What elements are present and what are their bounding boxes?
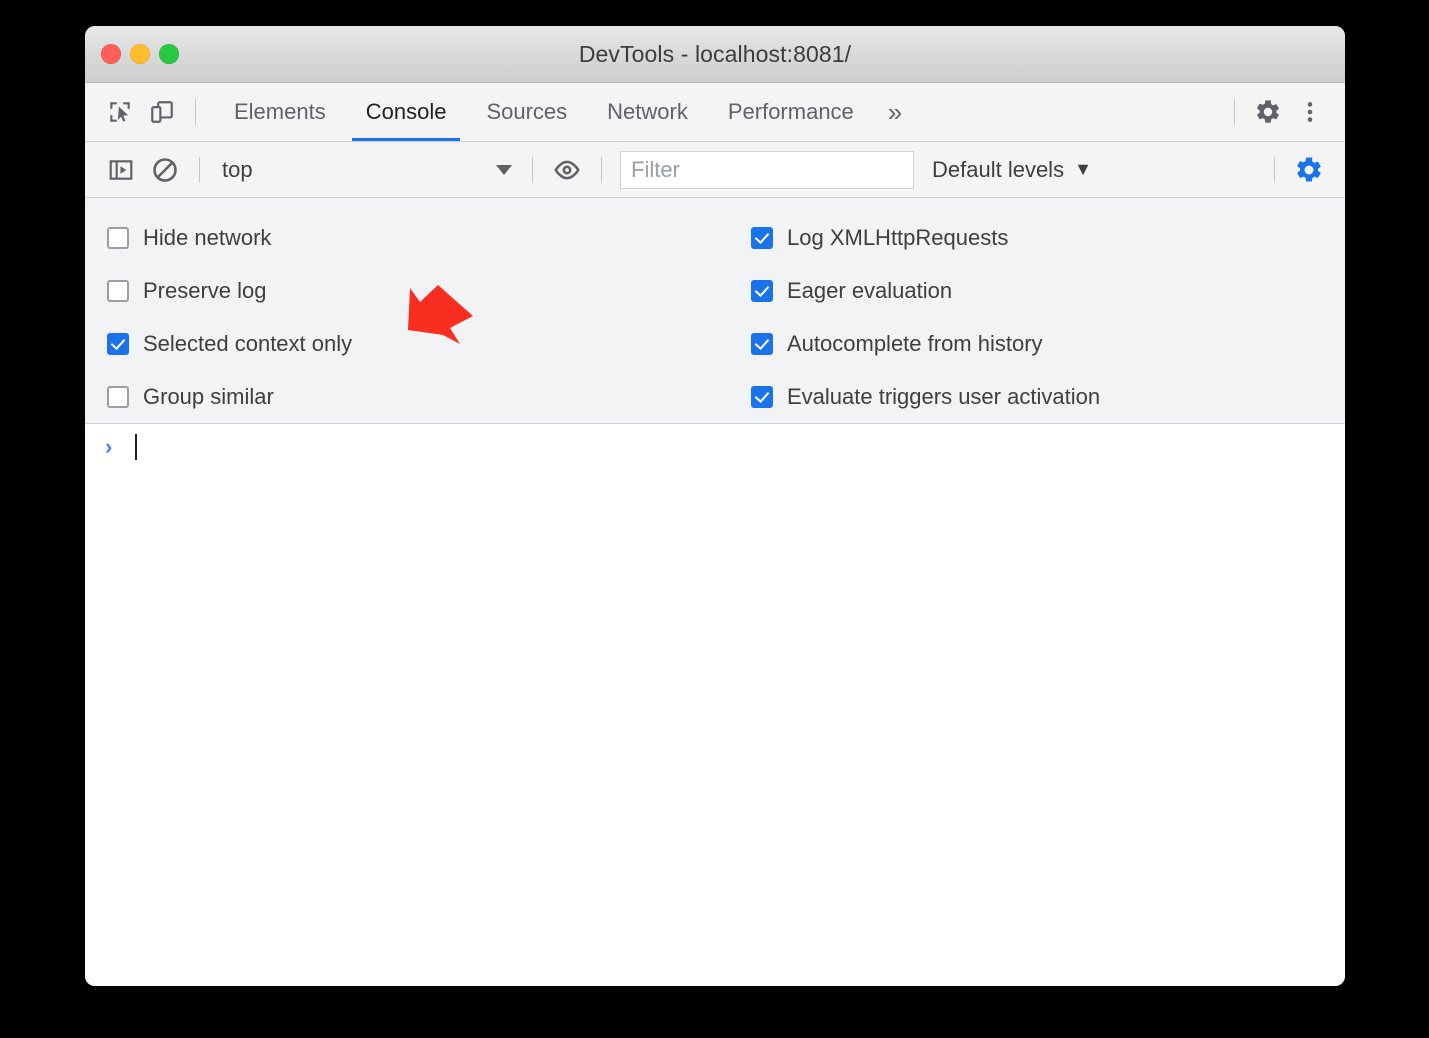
tab-performance[interactable]: Performance xyxy=(708,83,874,141)
devtools-settings-button[interactable] xyxy=(1247,91,1289,133)
log-levels-label: Default levels xyxy=(932,157,1064,183)
device-toolbar-icon xyxy=(149,99,175,125)
console-toolbar-divider-1 xyxy=(199,157,200,183)
tab-network[interactable]: Network xyxy=(587,83,708,141)
eager-evaluation-label: Eager evaluation xyxy=(787,278,952,304)
clear-console-icon xyxy=(151,156,179,184)
tabbar-actions-divider xyxy=(1234,99,1235,125)
kebab-menu-icon xyxy=(1297,99,1323,125)
evaluate-triggers-user-activation-checkbox[interactable] xyxy=(751,386,773,408)
preserve-log-checkbox[interactable] xyxy=(107,280,129,302)
tab-elements-label: Elements xyxy=(234,99,326,125)
preserve-log-label: Preserve log xyxy=(143,278,267,304)
console-settings-gear-icon xyxy=(1294,155,1324,185)
device-toolbar-button[interactable] xyxy=(141,91,183,133)
log-xmlhttprequests-label: Log XMLHttpRequests xyxy=(787,225,1008,251)
setting-hide-network[interactable]: Hide network xyxy=(107,212,737,265)
log-levels-dropdown[interactable]: Default levels ▼ xyxy=(932,157,1092,183)
eager-evaluation-checkbox[interactable] xyxy=(751,280,773,302)
maximize-window-button[interactable] xyxy=(159,44,179,64)
setting-eager-evaluation[interactable]: Eager evaluation xyxy=(751,265,1100,318)
window-controls xyxy=(101,44,179,64)
javascript-context-dropdown[interactable]: top xyxy=(214,150,520,190)
javascript-context-value: top xyxy=(222,157,496,183)
create-live-expression-button[interactable] xyxy=(545,150,589,190)
setting-group-similar[interactable]: Group similar xyxy=(107,370,737,423)
chevron-down-icon xyxy=(496,165,512,175)
gear-icon xyxy=(1254,98,1282,126)
console-sidebar-toggle-button[interactable] xyxy=(99,150,143,190)
selected-context-only-label: Selected context only xyxy=(143,331,352,357)
inspect-element-icon xyxy=(107,99,133,125)
console-sidebar-toggle-icon xyxy=(108,157,134,183)
console-settings-left-column: Hide network Preserve log Selected conte… xyxy=(85,204,737,423)
more-tabs-icon: » xyxy=(888,97,902,128)
minimize-window-button[interactable] xyxy=(130,44,150,64)
chevron-down-icon: ▼ xyxy=(1074,159,1092,180)
setting-preserve-log[interactable]: Preserve log xyxy=(107,265,737,318)
setting-log-xmlhttprequests[interactable]: Log XMLHttpRequests xyxy=(751,212,1100,265)
setting-evaluate-triggers-user-activation[interactable]: Evaluate triggers user activation xyxy=(751,370,1100,423)
window-titlebar: DevTools - localhost:8081/ xyxy=(85,26,1345,83)
group-similar-checkbox[interactable] xyxy=(107,386,129,408)
log-xmlhttprequests-checkbox[interactable] xyxy=(751,227,773,249)
tab-console[interactable]: Console xyxy=(346,83,467,141)
console-toolbar-actions xyxy=(1262,142,1331,197)
live-expression-eye-icon xyxy=(552,155,582,185)
tab-elements[interactable]: Elements xyxy=(214,83,346,141)
setting-autocomplete-from-history[interactable]: Autocomplete from history xyxy=(751,318,1100,371)
console-settings-button[interactable] xyxy=(1287,150,1331,190)
evaluate-triggers-user-activation-label: Evaluate triggers user activation xyxy=(787,384,1100,410)
tab-sources[interactable]: Sources xyxy=(466,83,587,141)
console-text-caret xyxy=(135,434,137,460)
window-title: DevTools - localhost:8081/ xyxy=(85,41,1345,68)
tab-sources-label: Sources xyxy=(486,99,567,125)
clear-console-button[interactable] xyxy=(143,150,187,190)
close-window-button[interactable] xyxy=(101,44,121,64)
group-similar-label: Group similar xyxy=(143,384,274,410)
devtools-tabs: Elements Console Sources Network Perform… xyxy=(214,83,916,141)
console-message-area[interactable]: › xyxy=(85,424,1345,986)
devtools-window: DevTools - localhost:8081/ xyxy=(85,26,1345,986)
screen: DevTools - localhost:8081/ xyxy=(0,0,1429,1038)
console-settings-right-column: Log XMLHttpRequests Eager evaluation Aut… xyxy=(737,204,1100,423)
setting-selected-context-only[interactable]: Selected context only xyxy=(107,318,737,371)
hide-network-checkbox[interactable] xyxy=(107,227,129,249)
console-toolbar-divider-4 xyxy=(1274,157,1275,183)
inspect-element-button[interactable] xyxy=(99,91,141,133)
console-filter-placeholder: Filter xyxy=(631,157,680,183)
selected-context-only-checkbox[interactable] xyxy=(107,333,129,355)
tab-network-label: Network xyxy=(607,99,688,125)
console-filter-input[interactable]: Filter xyxy=(620,151,914,189)
console-toolbar-divider-2 xyxy=(532,157,533,183)
tab-console-label: Console xyxy=(366,99,447,125)
hide-network-label: Hide network xyxy=(143,225,271,251)
devtools-tabbar: Elements Console Sources Network Perform… xyxy=(85,83,1345,142)
console-toolbar-divider-3 xyxy=(601,157,602,183)
console-settings-pane: Hide network Preserve log Selected conte… xyxy=(85,198,1345,424)
console-prompt-row[interactable]: › xyxy=(85,424,1345,470)
console-toolbar: top Filter Default levels ▼ xyxy=(85,142,1345,198)
tab-performance-label: Performance xyxy=(728,99,854,125)
tabbar-divider xyxy=(195,99,196,125)
tabbar-actions xyxy=(1222,83,1331,141)
devtools-main-menu-button[interactable] xyxy=(1289,91,1331,133)
more-tabs-button[interactable]: » xyxy=(874,83,916,141)
autocomplete-from-history-label: Autocomplete from history xyxy=(787,331,1043,357)
console-prompt-chevron-icon: › xyxy=(105,434,129,460)
autocomplete-from-history-checkbox[interactable] xyxy=(751,333,773,355)
